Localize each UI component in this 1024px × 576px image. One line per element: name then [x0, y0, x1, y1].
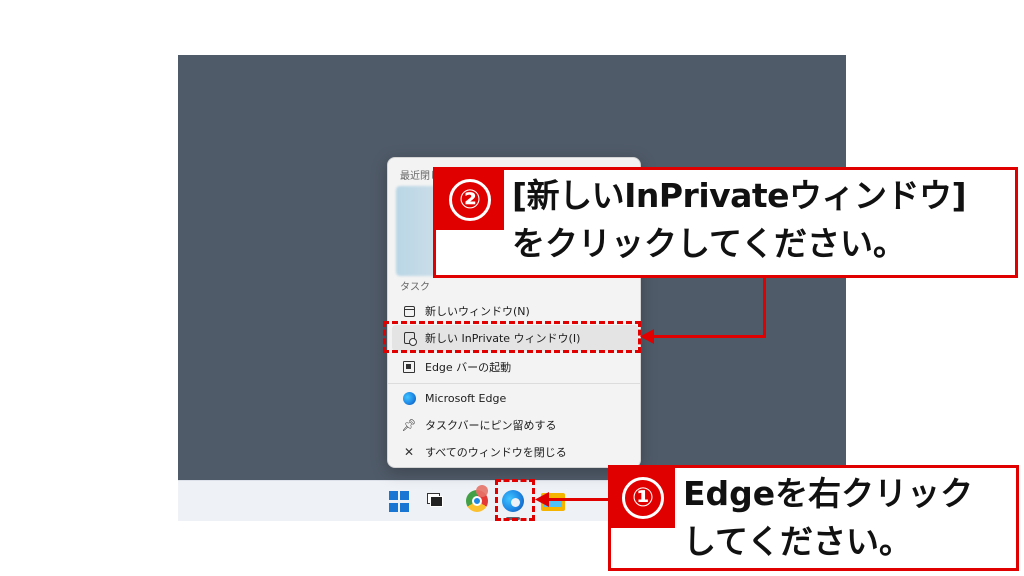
step-2-line-2: をクリックしてください。: [512, 224, 907, 263]
new-window-label: 新しいウィンドウ(N): [425, 305, 530, 318]
callout-2-connector-vertical: [763, 276, 766, 338]
edge-bar-item[interactable]: Edge バーの起動: [392, 354, 638, 380]
step-1-line-1: Edgeを右クリック: [683, 474, 974, 513]
pin-to-taskbar-label: タスクバーにピン留めする: [425, 419, 557, 432]
edge-icon: [402, 391, 416, 405]
task-view-icon[interactable]: [426, 490, 448, 512]
edge-bar-label: Edge バーの起動: [425, 361, 512, 374]
tasks-section-title: タスク: [400, 282, 430, 293]
microsoft-edge-item[interactable]: Microsoft Edge: [392, 385, 638, 411]
edge-bar-icon: [402, 360, 416, 374]
step-1-badge: ①: [611, 468, 675, 528]
inprivate-highlight-box: [383, 321, 641, 353]
step-1-number: ①: [622, 477, 664, 519]
edge-icon-highlight-box: [495, 479, 535, 521]
notification-badge: [476, 485, 488, 497]
callout-2-connector-horizontal: [652, 335, 766, 338]
callout-1-arrowhead: [535, 492, 549, 507]
step-2-line-1: [新しいInPrivateウィンドウ]: [512, 176, 967, 215]
close-all-windows-item[interactable]: ✕ すべてのウィンドウを閉じる: [392, 439, 638, 465]
step-2-number: ②: [449, 179, 491, 221]
pin-icon: 📌︎: [401, 418, 417, 432]
step-1-line-2: してください。: [683, 522, 913, 561]
window-icon: [402, 304, 416, 318]
menu-divider: [388, 383, 640, 384]
step-1-callout: ① Edgeを右クリック してください。: [608, 465, 1019, 571]
windows-start-icon[interactable]: [388, 490, 410, 512]
close-icon: ✕: [403, 445, 415, 459]
callout-1-connector: [548, 498, 610, 501]
microsoft-edge-label: Microsoft Edge: [425, 391, 507, 405]
pin-to-taskbar-item[interactable]: 📌︎ タスクバーにピン留めする: [392, 412, 638, 438]
close-all-windows-label: すべてのウィンドウを閉じる: [425, 446, 567, 459]
step-2-badge: ②: [436, 170, 504, 230]
step-2-callout: ② [新しいInPrivateウィンドウ] をクリックしてください。: [433, 167, 1018, 278]
callout-2-arrowhead: [640, 329, 654, 344]
